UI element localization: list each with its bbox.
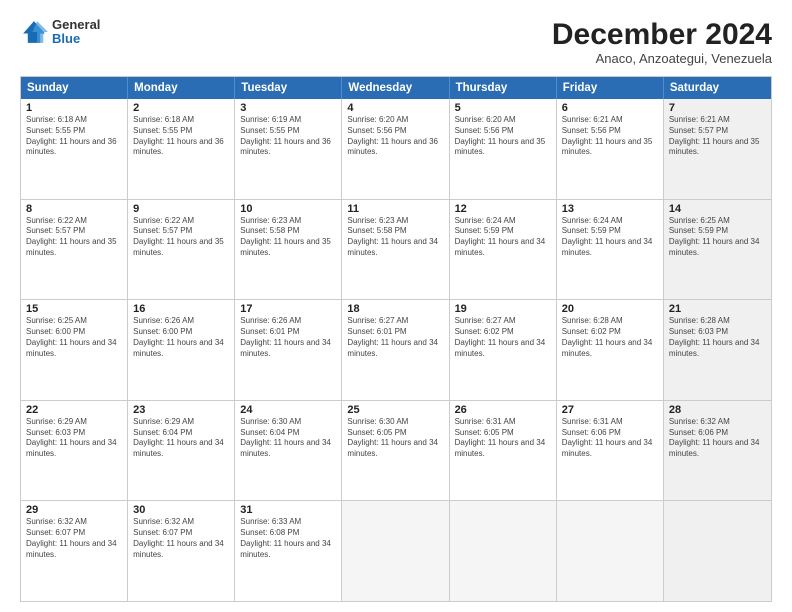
empty-4: [664, 501, 771, 601]
calendar-body: 1 Sunrise: 6:18 AM Sunset: 5:55 PM Dayli…: [21, 99, 771, 601]
header-friday: Friday: [557, 77, 664, 99]
day-8: 8 Sunrise: 6:22 AM Sunset: 5:57 PM Dayli…: [21, 200, 128, 300]
calendar: Sunday Monday Tuesday Wednesday Thursday…: [20, 76, 772, 602]
day-28: 28 Sunrise: 6:32 AM Sunset: 6:06 PM Dayl…: [664, 401, 771, 501]
calendar-header: Sunday Monday Tuesday Wednesday Thursday…: [21, 77, 771, 99]
day-31: 31 Sunrise: 6:33 AM Sunset: 6:08 PM Dayl…: [235, 501, 342, 601]
day-4: 4 Sunrise: 6:20 AM Sunset: 5:56 PM Dayli…: [342, 99, 449, 199]
day-5: 5 Sunrise: 6:20 AM Sunset: 5:56 PM Dayli…: [450, 99, 557, 199]
day-10: 10 Sunrise: 6:23 AM Sunset: 5:58 PM Dayl…: [235, 200, 342, 300]
cell-text-1: Sunrise: 6:18 AM Sunset: 5:55 PM Dayligh…: [26, 115, 122, 158]
day-1: 1 Sunrise: 6:18 AM Sunset: 5:55 PM Dayli…: [21, 99, 128, 199]
day-9: 9 Sunrise: 6:22 AM Sunset: 5:57 PM Dayli…: [128, 200, 235, 300]
day-6: 6 Sunrise: 6:21 AM Sunset: 5:56 PM Dayli…: [557, 99, 664, 199]
header-wednesday: Wednesday: [342, 77, 449, 99]
day-16: 16 Sunrise: 6:26 AM Sunset: 6:00 PM Dayl…: [128, 300, 235, 400]
logo-blue: Blue: [52, 32, 100, 46]
header-sunday: Sunday: [21, 77, 128, 99]
day-29: 29 Sunrise: 6:32 AM Sunset: 6:07 PM Dayl…: [21, 501, 128, 601]
empty-3: [557, 501, 664, 601]
day-20: 20 Sunrise: 6:28 AM Sunset: 6:02 PM Dayl…: [557, 300, 664, 400]
title-block: December 2024 Anaco, Anzoategui, Venezue…: [552, 18, 772, 66]
empty-2: [450, 501, 557, 601]
day-23: 23 Sunrise: 6:29 AM Sunset: 6:04 PM Dayl…: [128, 401, 235, 501]
page-subtitle: Anaco, Anzoategui, Venezuela: [552, 51, 772, 66]
header-saturday: Saturday: [664, 77, 771, 99]
week-row-4: 22 Sunrise: 6:29 AM Sunset: 6:03 PM Dayl…: [21, 401, 771, 502]
day-30: 30 Sunrise: 6:32 AM Sunset: 6:07 PM Dayl…: [128, 501, 235, 601]
logo-text: General Blue: [52, 18, 100, 47]
header: General Blue December 2024 Anaco, Anzoat…: [20, 18, 772, 66]
week-row-2: 8 Sunrise: 6:22 AM Sunset: 5:57 PM Dayli…: [21, 200, 771, 301]
day-15: 15 Sunrise: 6:25 AM Sunset: 6:00 PM Dayl…: [21, 300, 128, 400]
logo-icon: [20, 18, 48, 46]
day-21: 21 Sunrise: 6:28 AM Sunset: 6:03 PM Dayl…: [664, 300, 771, 400]
day-7: 7 Sunrise: 6:21 AM Sunset: 5:57 PM Dayli…: [664, 99, 771, 199]
day-22: 22 Sunrise: 6:29 AM Sunset: 6:03 PM Dayl…: [21, 401, 128, 501]
logo-general: General: [52, 18, 100, 32]
week-row-5: 29 Sunrise: 6:32 AM Sunset: 6:07 PM Dayl…: [21, 501, 771, 601]
day-26: 26 Sunrise: 6:31 AM Sunset: 6:05 PM Dayl…: [450, 401, 557, 501]
week-row-1: 1 Sunrise: 6:18 AM Sunset: 5:55 PM Dayli…: [21, 99, 771, 200]
logo: General Blue: [20, 18, 100, 47]
day-13: 13 Sunrise: 6:24 AM Sunset: 5:59 PM Dayl…: [557, 200, 664, 300]
day-num-1: 1: [26, 102, 122, 114]
day-11: 11 Sunrise: 6:23 AM Sunset: 5:58 PM Dayl…: [342, 200, 449, 300]
header-thursday: Thursday: [450, 77, 557, 99]
day-14: 14 Sunrise: 6:25 AM Sunset: 5:59 PM Dayl…: [664, 200, 771, 300]
page-title: December 2024: [552, 18, 772, 51]
week-row-3: 15 Sunrise: 6:25 AM Sunset: 6:00 PM Dayl…: [21, 300, 771, 401]
day-19: 19 Sunrise: 6:27 AM Sunset: 6:02 PM Dayl…: [450, 300, 557, 400]
day-24: 24 Sunrise: 6:30 AM Sunset: 6:04 PM Dayl…: [235, 401, 342, 501]
day-18: 18 Sunrise: 6:27 AM Sunset: 6:01 PM Dayl…: [342, 300, 449, 400]
day-3: 3 Sunrise: 6:19 AM Sunset: 5:55 PM Dayli…: [235, 99, 342, 199]
header-monday: Monday: [128, 77, 235, 99]
page: General Blue December 2024 Anaco, Anzoat…: [0, 0, 792, 612]
day-25: 25 Sunrise: 6:30 AM Sunset: 6:05 PM Dayl…: [342, 401, 449, 501]
day-12: 12 Sunrise: 6:24 AM Sunset: 5:59 PM Dayl…: [450, 200, 557, 300]
empty-1: [342, 501, 449, 601]
header-tuesday: Tuesday: [235, 77, 342, 99]
day-27: 27 Sunrise: 6:31 AM Sunset: 6:06 PM Dayl…: [557, 401, 664, 501]
day-2: 2 Sunrise: 6:18 AM Sunset: 5:55 PM Dayli…: [128, 99, 235, 199]
day-17: 17 Sunrise: 6:26 AM Sunset: 6:01 PM Dayl…: [235, 300, 342, 400]
